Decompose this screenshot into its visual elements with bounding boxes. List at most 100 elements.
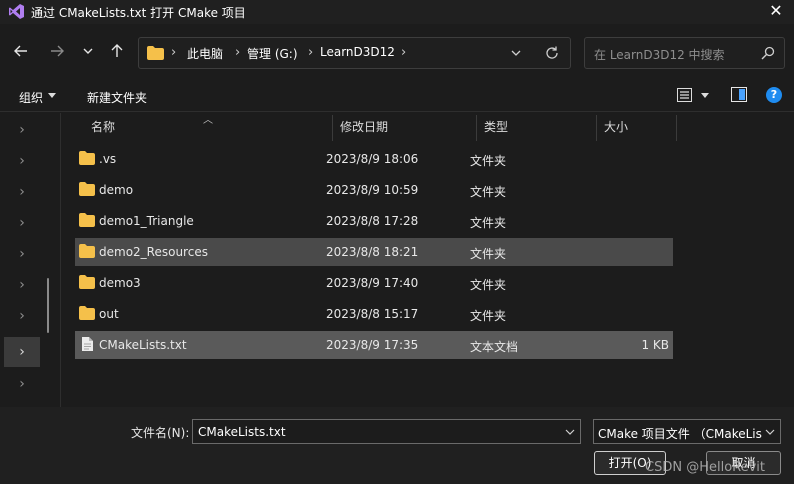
chevron-right-icon[interactable]: ›: [4, 146, 40, 176]
filename-input[interactable]: CMakeLists.txt: [198, 425, 286, 439]
watermark: CSDN @HelloRevit: [645, 460, 765, 475]
forward-button[interactable]: [44, 38, 70, 64]
sort-ascending-icon: ︿: [203, 115, 213, 126]
chevron-right-icon[interactable]: ›: [401, 45, 406, 60]
list-item[interactable]: CMakeLists.txt 2023/8/9 17:35 文本文档 1 KB: [75, 331, 673, 359]
file-type-filter[interactable]: CMake 项目文件 （CMakeLis: [593, 419, 781, 444]
file-size: 1 KB: [641, 338, 669, 352]
file-name: demo1_Triangle: [99, 214, 194, 228]
file-modified: 2023/8/9 18:06: [326, 152, 419, 166]
list-item[interactable]: demo1_Triangle 2023/8/8 17:28 文件夹: [75, 207, 673, 235]
chevron-down-icon[interactable]: [507, 44, 525, 62]
caret-down-icon[interactable]: [701, 93, 709, 98]
navigation-pane[interactable]: › › › › › › › › ›: [0, 113, 61, 407]
view-list-icon[interactable]: [677, 88, 692, 102]
file-type: 文件夹: [470, 278, 507, 292]
list-item[interactable]: demo3 2023/8/9 17:40 文件夹: [75, 269, 673, 297]
file-modified: 2023/8/9 10:59: [326, 183, 419, 197]
column-divider[interactable]: [676, 115, 677, 141]
list-item[interactable]: .vs 2023/8/9 18:06 文件夹: [75, 145, 673, 173]
search-icon[interactable]: [761, 46, 775, 60]
breadcrumb-drive[interactable]: 管理 (G:): [247, 45, 298, 62]
folder-icon: [79, 182, 95, 196]
file-modified: 2023/8/8 18:21: [326, 245, 419, 259]
folder-icon: [79, 213, 95, 227]
folder-icon: [79, 151, 95, 165]
title-bar: 通过 CMakeLists.txt 打开 CMake 项目 ✕: [0, 0, 794, 24]
file-name: demo3: [99, 276, 141, 290]
address-bar[interactable]: › 此电脑 › 管理 (G:) › LearnD3D12 ›: [138, 37, 571, 69]
caret-down-icon[interactable]: [48, 93, 56, 98]
chevron-right-icon[interactable]: ›: [4, 270, 40, 300]
navigation-bar: › 此电脑 › 管理 (G:) › LearnD3D12 › 在 LearnD3…: [0, 30, 794, 74]
arrow-right-icon: [51, 45, 64, 57]
file-type: 文件夹: [470, 185, 507, 199]
folder-icon: [79, 306, 95, 320]
chevron-right-icon[interactable]: ›: [4, 301, 40, 331]
folder-icon: [79, 275, 95, 289]
file-list: 名称 ︿ 修改日期 类型 大小 .vs 2023/8/9 18:06 文件夹 d…: [62, 113, 794, 407]
file-type: 文件夹: [470, 154, 507, 168]
file-type: 文本文档: [470, 340, 519, 354]
command-toolbar: 组织 新建文件夹 ?: [0, 80, 794, 112]
filename-combobox[interactable]: CMakeLists.txt: [192, 419, 581, 444]
window-title: 通过 CMakeLists.txt 打开 CMake 项目: [31, 6, 246, 20]
chevron-right-icon[interactable]: ›: [4, 115, 40, 145]
breadcrumb-learnd3d12[interactable]: LearnD3D12: [320, 45, 395, 59]
chevron-down-icon[interactable]: [765, 428, 775, 436]
file-modified: 2023/8/8 17:28: [326, 214, 419, 228]
column-header-modified[interactable]: 修改日期: [332, 113, 476, 141]
arrow-up-icon: [111, 44, 123, 57]
breadcrumb-this-pc[interactable]: 此电脑: [187, 45, 223, 62]
scrollbar-thumb[interactable]: [47, 278, 49, 333]
search-input[interactable]: 在 LearnD3D12 中搜索: [594, 46, 725, 63]
up-button[interactable]: [104, 38, 130, 64]
list-item[interactable]: demo2_Resources 2023/8/8 18:21 文件夹: [75, 238, 673, 266]
back-button[interactable]: [8, 38, 34, 64]
column-header-size[interactable]: 大小: [596, 113, 676, 141]
chevron-right-icon[interactable]: ›: [4, 337, 40, 367]
chevron-right-icon[interactable]: ›: [171, 45, 176, 60]
recent-locations-button[interactable]: [75, 38, 101, 64]
file-name: CMakeLists.txt: [99, 338, 187, 352]
file-name: .vs: [99, 152, 117, 166]
file-type: 文件夹: [470, 247, 507, 261]
chevron-down-icon[interactable]: [565, 428, 575, 436]
filename-label: 文件名(N):: [131, 426, 190, 440]
chevron-right-icon[interactable]: ›: [4, 369, 40, 399]
file-type-filter-value: CMake 项目文件 （CMakeLis: [598, 427, 762, 441]
column-header-label: 大小: [604, 120, 629, 134]
chevron-right-icon[interactable]: ›: [4, 208, 40, 238]
search-box[interactable]: 在 LearnD3D12 中搜索: [584, 37, 785, 69]
organize-button[interactable]: 组织: [19, 89, 43, 106]
file-modified: 2023/8/9 17:35: [326, 338, 419, 352]
file-name: demo2_Resources: [99, 245, 208, 259]
help-icon[interactable]: ?: [766, 87, 782, 103]
folder-icon: [147, 46, 164, 60]
chevron-right-icon[interactable]: ›: [308, 45, 313, 60]
file-name: out: [99, 307, 119, 321]
list-item[interactable]: out 2023/8/8 15:17 文件夹: [75, 300, 673, 328]
close-button[interactable]: ✕: [758, 0, 794, 24]
chevron-right-icon[interactable]: ›: [235, 45, 240, 60]
file-type: 文件夹: [470, 309, 507, 323]
file-type: 文件夹: [470, 216, 507, 230]
column-header-type[interactable]: 类型: [476, 113, 596, 141]
visual-studio-icon: [9, 4, 24, 19]
file-modified: 2023/8/8 15:17: [326, 307, 419, 321]
file-name: demo: [99, 183, 134, 197]
file-modified: 2023/8/9 17:40: [326, 276, 419, 290]
new-folder-button[interactable]: 新建文件夹: [87, 89, 147, 106]
text-file-icon: [82, 337, 93, 351]
preview-pane-icon[interactable]: [731, 87, 747, 102]
folder-icon: [79, 244, 95, 258]
arrow-left-icon: [14, 45, 27, 57]
list-item[interactable]: demo 2023/8/9 10:59 文件夹: [75, 176, 673, 204]
chevron-right-icon[interactable]: ›: [4, 177, 40, 207]
chevron-down-icon: [83, 48, 93, 54]
column-header-label: 类型: [484, 120, 509, 134]
column-header-label: 名称: [91, 120, 116, 134]
chevron-right-icon[interactable]: ›: [4, 239, 40, 269]
refresh-icon[interactable]: [543, 44, 561, 62]
column-header-label: 修改日期: [340, 120, 389, 134]
